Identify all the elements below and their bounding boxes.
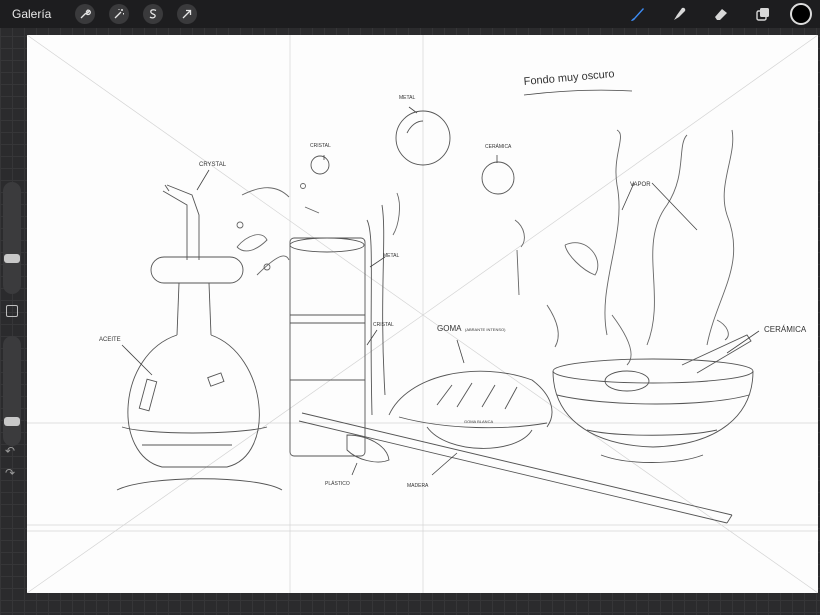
layers-icon[interactable] bbox=[750, 1, 776, 27]
label-cristal-top: CRYSTAL bbox=[199, 162, 227, 168]
smudge-icon[interactable] bbox=[666, 1, 692, 27]
brush-icon[interactable] bbox=[624, 1, 650, 27]
metal-ball bbox=[310, 110, 515, 195]
drawing-canvas[interactable]: Fondo muy oscuro CRYSTAL CRISTAL METAL C… bbox=[27, 35, 818, 593]
ceramic-bowl bbox=[552, 334, 754, 463]
chopsticks bbox=[298, 412, 733, 524]
label-cristal-small: CRISTAL bbox=[310, 143, 331, 149]
right-toolbar bbox=[608, 0, 820, 28]
gallery-button[interactable]: Galería bbox=[12, 7, 51, 21]
label-goma-blanca: GOMA BLANCA bbox=[464, 419, 493, 424]
opacity-slider[interactable] bbox=[3, 336, 21, 446]
label-aceite: ACEITE bbox=[99, 337, 121, 343]
undo-icon[interactable]: ↶ bbox=[5, 444, 15, 458]
label-metal-top: METAL bbox=[399, 95, 416, 101]
label-ceramica-right: CERÁMICA bbox=[764, 325, 807, 334]
steam bbox=[604, 129, 735, 346]
redo-icon[interactable]: ↷ bbox=[5, 466, 15, 480]
top-toolbar: Galería bbox=[0, 0, 820, 28]
label-cristal-side: CRISTAL bbox=[373, 322, 394, 328]
label-goma: GOMA bbox=[437, 324, 462, 333]
left-sidebar: ↶ ↷ bbox=[0, 178, 24, 488]
modify-button[interactable] bbox=[6, 305, 18, 317]
salt-shaker bbox=[289, 204, 386, 457]
liquid-splashes bbox=[236, 183, 729, 366]
magic-wand-icon[interactable] bbox=[109, 4, 130, 24]
brush-size-slider[interactable] bbox=[3, 182, 21, 294]
drawing-title: Fondo muy oscuro bbox=[523, 68, 615, 88]
perspective-guides bbox=[27, 35, 818, 593]
brush-size-thumb[interactable] bbox=[4, 254, 20, 263]
wrench-icon[interactable] bbox=[75, 4, 96, 24]
label-vapor: VAPOR bbox=[630, 182, 651, 188]
sushi bbox=[388, 370, 553, 449]
label-madera: MADERA bbox=[407, 483, 429, 489]
label-ceramica-top: CERÁMICA bbox=[485, 143, 512, 150]
label-plastico: PLÁSTICO bbox=[325, 480, 350, 487]
label-goma-note: (ABRANTE INTENSO) bbox=[465, 327, 506, 332]
transform-arrow-icon[interactable] bbox=[177, 4, 198, 24]
label-metal-side: METAL bbox=[383, 253, 400, 259]
eraser-icon[interactable] bbox=[708, 1, 734, 27]
sketch-drawing: Fondo muy oscuro CRYSTAL CRISTAL METAL C… bbox=[27, 35, 818, 593]
selection-s-icon[interactable] bbox=[143, 4, 164, 24]
oil-cruet bbox=[116, 184, 283, 491]
opacity-thumb[interactable] bbox=[4, 417, 20, 426]
color-picker-button[interactable] bbox=[790, 3, 812, 25]
